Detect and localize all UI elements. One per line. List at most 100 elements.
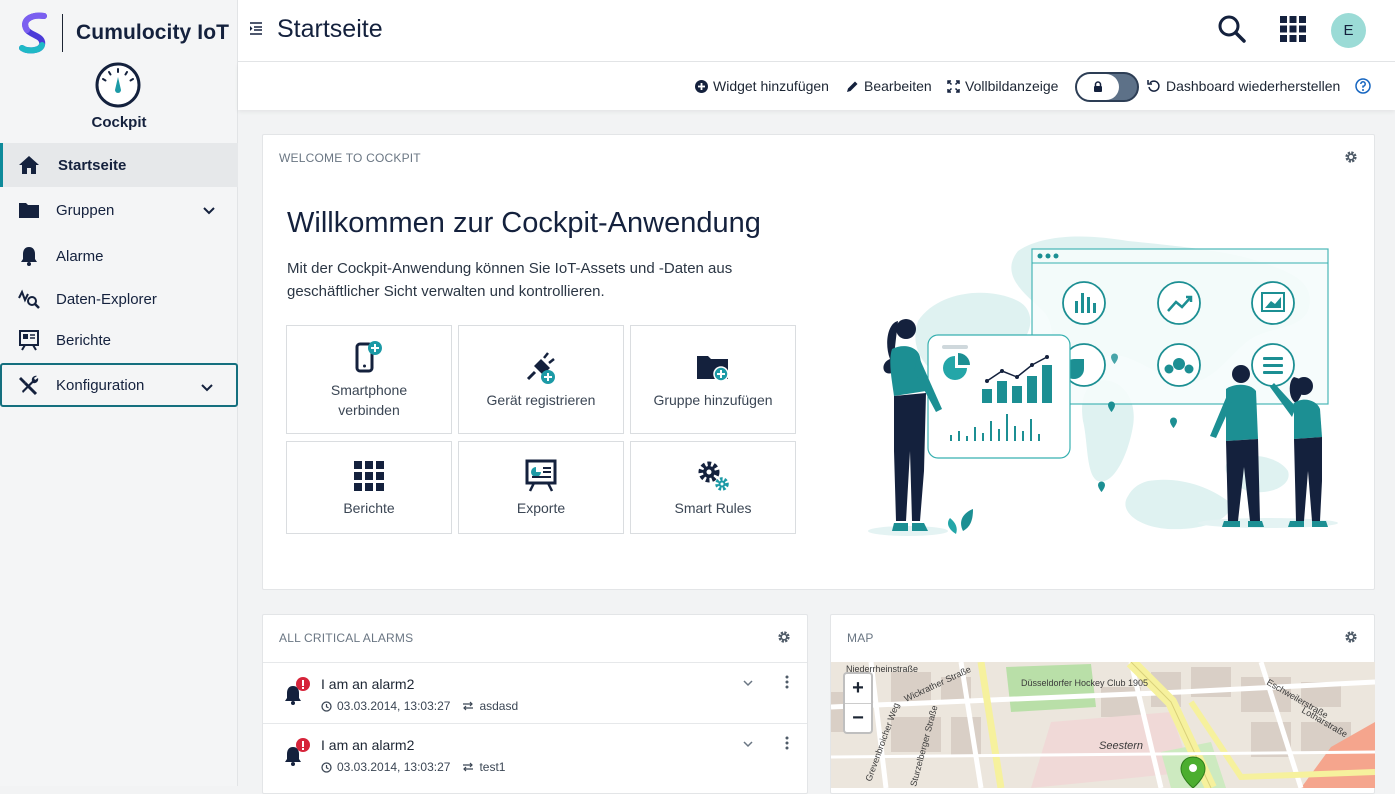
- map-label-seestern: Seestern: [1099, 740, 1143, 752]
- brand-name: Cumulocity IoT: [76, 21, 230, 44]
- alarm-text: I am an alarm2: [321, 737, 415, 753]
- sidebar-item-konfiguration[interactable]: Konfiguration: [0, 363, 238, 407]
- welcome-heading: Willkommen zur Cockpit-Anwendung: [287, 207, 761, 239]
- tile-label: Gerät registrieren: [486, 391, 596, 408]
- critical-alarms-widget: ALL CRITICAL ALARMS I am an alarm2 03.03…: [262, 614, 808, 794]
- smartphone-add-icon: [355, 340, 382, 372]
- sidebar-item-label: Gruppen: [56, 201, 115, 219]
- alarm-list-item[interactable]: I am an alarm2 03.03.2014, 13:03:27 asda…: [263, 662, 807, 723]
- tile-label: Berichte: [343, 499, 395, 516]
- tile-exporte[interactable]: Exporte: [458, 441, 624, 534]
- cumulocity-logo-icon[interactable]: [18, 12, 50, 54]
- gear-icon[interactable]: [1344, 150, 1358, 164]
- welcome-card-title: WELCOME TO COCKPIT: [279, 151, 421, 165]
- search-icon[interactable]: [1217, 14, 1247, 44]
- critical-alarm-icon: [285, 677, 310, 705]
- welcome-widget: WELCOME TO COCKPIT Willkommen zur Cockpi…: [262, 134, 1375, 590]
- home-icon: [18, 154, 40, 176]
- sidebar-item-daten-explorer[interactable]: Daten-Explorer: [0, 277, 238, 321]
- more-vertical-icon[interactable]: [781, 674, 793, 690]
- bell-icon: [18, 245, 40, 267]
- alarm-meta: 03.03.2014, 13:03:27 asdasd: [321, 699, 518, 713]
- fullscreen-button[interactable]: Vollbildanzeige: [947, 76, 1058, 96]
- sidebar-item-label: Berichte: [56, 331, 112, 349]
- sidebar-item-gruppen[interactable]: Gruppen: [0, 188, 238, 232]
- map-tiles[interactable]: Düsseldorfer Hockey Club 1905 Seestern W…: [831, 662, 1375, 788]
- map-widget: MAP Düsseldorfer Hockey Club 1905 Seeste…: [830, 614, 1375, 794]
- tools-icon: [18, 374, 40, 396]
- tile-label: Smartphone verbinden: [330, 381, 408, 418]
- sidebar-item-label: Daten-Explorer: [56, 290, 157, 308]
- tile-smart-rules[interactable]: Smart Rules: [630, 441, 796, 534]
- tile-label: Smart Rules: [674, 499, 752, 516]
- fullscreen-label: Vollbildanzeige: [965, 78, 1059, 94]
- user-avatar[interactable]: E: [1331, 13, 1366, 48]
- chevron-down-icon[interactable]: [741, 737, 755, 751]
- tile-berichte[interactable]: Berichte: [286, 441, 452, 534]
- tile-geraet-registrieren[interactable]: Gerät registrieren: [458, 325, 624, 434]
- gear-icon[interactable]: [777, 630, 791, 644]
- report-icon: [18, 329, 40, 351]
- map-label-hockey: Düsseldorfer Hockey Club 1905: [1021, 678, 1148, 688]
- alarm-source[interactable]: asdasd: [479, 699, 518, 713]
- app-switcher-icon[interactable]: [1278, 14, 1308, 44]
- plug-add-icon: [526, 351, 555, 384]
- chevron-down-icon[interactable]: [741, 676, 755, 690]
- gears-icon: [698, 461, 729, 491]
- sidebar-item-berichte[interactable]: Berichte: [0, 318, 238, 362]
- sidebar-item-label: Startseite: [58, 156, 127, 174]
- transfer-icon: [463, 701, 474, 711]
- help-icon[interactable]: [1355, 78, 1371, 94]
- chevron-down-icon[interactable]: [198, 378, 216, 396]
- sidebar-item-label: Konfiguration: [56, 376, 145, 394]
- grid-icon: [354, 460, 384, 491]
- page-title: Startseite: [277, 15, 383, 43]
- welcome-description: Mit der Cockpit-Anwendung können Sie IoT…: [287, 260, 733, 300]
- zoom-in-button[interactable]: +: [845, 674, 871, 703]
- edit-label: Bearbeiten: [864, 78, 932, 94]
- add-widget-button[interactable]: Widget hinzufügen: [695, 76, 829, 96]
- brand: Cumulocity IoT: [0, 0, 238, 66]
- data-explorer-icon: [18, 288, 40, 310]
- gear-icon[interactable]: [1344, 630, 1358, 644]
- restore-dashboard-button[interactable]: Dashboard wiederherstellen: [1147, 76, 1340, 96]
- clock-icon: [321, 761, 332, 773]
- sidebar-item-label: Alarme: [56, 247, 104, 265]
- undo-icon: [1147, 80, 1160, 92]
- map-canvas[interactable]: Düsseldorfer Hockey Club 1905 Seestern W…: [831, 662, 1375, 788]
- folder-add-icon: [697, 355, 729, 382]
- tile-smartphone-verbinden[interactable]: Smartphone verbinden: [286, 325, 452, 434]
- tile-gruppe-hinzufuegen[interactable]: Gruppe hinzufügen: [630, 325, 796, 434]
- alarm-time: 03.03.2014, 13:03:27: [337, 760, 451, 774]
- folder-icon: [18, 199, 40, 221]
- zoom-out-button[interactable]: −: [845, 703, 871, 732]
- clock-icon: [321, 700, 332, 712]
- tile-label: Exporte: [516, 499, 566, 516]
- map-card-title: MAP: [847, 631, 874, 645]
- critical-alarm-icon: [285, 738, 310, 766]
- cockpit-gauge-icon: [95, 62, 141, 108]
- alarm-list-item[interactable]: I am an alarm2 03.03.2014, 13:03:27 test…: [263, 723, 807, 784]
- sidebar-item-startseite[interactable]: Startseite: [0, 143, 238, 187]
- app-name: Cockpit: [91, 114, 147, 131]
- brand-divider: [62, 14, 63, 52]
- edit-button[interactable]: Bearbeiten: [846, 76, 932, 96]
- sidebar: Cumulocity IoT Cockpit Startseite Gruppe…: [0, 0, 238, 786]
- more-vertical-icon[interactable]: [781, 735, 793, 751]
- transfer-icon: [463, 762, 474, 772]
- sidebar-toggle-icon[interactable]: [249, 20, 265, 36]
- lock-icon: [1094, 81, 1102, 92]
- header: Startseite E: [238, 0, 1395, 62]
- presentation-icon: [525, 459, 557, 492]
- dashboard-lock-toggle[interactable]: [1075, 72, 1139, 102]
- restore-dashboard-label: Dashboard wiederherstellen: [1166, 78, 1341, 94]
- alarm-text: I am an alarm2: [321, 676, 415, 692]
- alarms-card-title: ALL CRITICAL ALARMS: [279, 631, 414, 645]
- expand-icon: [947, 79, 960, 93]
- tile-label: Gruppe hinzufügen: [653, 391, 773, 408]
- alarm-time: 03.03.2014, 13:03:27: [337, 699, 451, 713]
- chevron-down-icon[interactable]: [200, 201, 218, 219]
- alarm-source[interactable]: test1: [479, 760, 505, 774]
- sidebar-item-alarme[interactable]: Alarme: [0, 234, 238, 278]
- plus-circle-icon: [695, 79, 708, 93]
